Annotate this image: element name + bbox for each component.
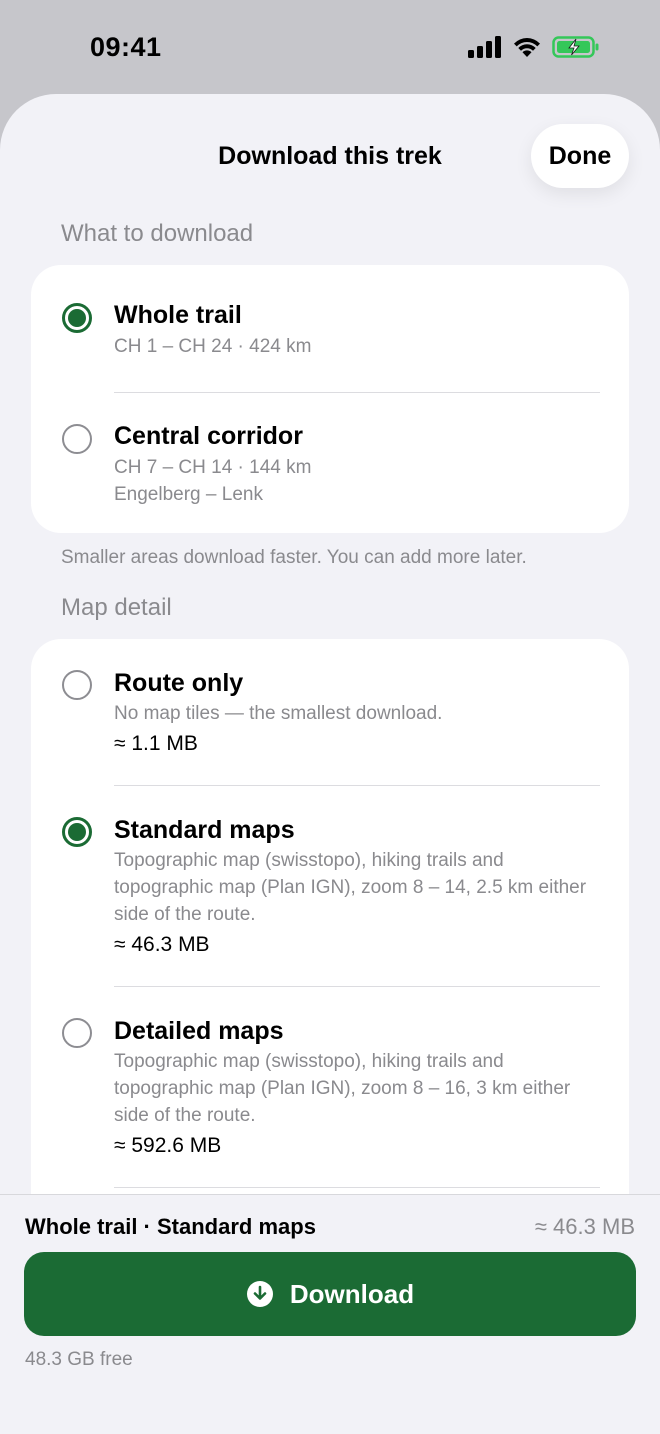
radio-selected[interactable]: [62, 817, 92, 847]
option-description: Topographic map (swisstopo), hiking trai…: [114, 850, 587, 925]
option-description: Topographic map (swisstopo), hiking trai…: [114, 1051, 571, 1126]
cellular-signal-icon: [468, 36, 501, 58]
battery-charging-icon: [552, 36, 599, 58]
free-space: 48.3 GB free: [25, 1349, 133, 1370]
download-label: Download: [289, 1278, 415, 1309]
option-size: ≈ 592.6 MB: [114, 1134, 222, 1157]
option-subtitle: CH 1 – CH 24 · 424 km: [114, 336, 312, 357]
option-route-only[interactable]: Route only No map tiles — the smallest d…: [31, 639, 629, 785]
radio-unselected[interactable]: [62, 1018, 92, 1048]
option-whole-trail[interactable]: Whole trail CH 1 – CH 24 · 424 km: [31, 265, 629, 393]
radio-unselected[interactable]: [62, 670, 92, 700]
option-size: ≈ 1.1 MB: [114, 732, 198, 755]
option-central-corridor[interactable]: Central corridor CH 7 – CH 14 · 144 km E…: [31, 393, 629, 533]
download-button[interactable]: Download: [24, 1252, 636, 1336]
radio-unselected[interactable]: [62, 424, 92, 454]
area-footnote: Smaller areas download faster. You can a…: [61, 547, 527, 568]
area-options-card: Whole trail CH 1 – CH 24 · 424 km Centra…: [31, 265, 629, 533]
selection-size: ≈ 46.3 MB: [534, 1214, 635, 1239]
selection-summary: Whole trail · Standard maps: [25, 1214, 316, 1239]
download-summary-bar: Whole trail · Standard maps ≈ 46.3 MB Do…: [0, 1194, 660, 1434]
status-bar: 09:41: [0, 0, 660, 94]
what-to-download-header: What to download: [61, 220, 254, 247]
wifi-icon: [514, 38, 540, 57]
done-button[interactable]: Done: [531, 124, 629, 188]
option-description: No map tiles — the smallest download.: [114, 703, 443, 724]
option-title: Detailed maps: [114, 1017, 284, 1045]
option-title: Standard maps: [114, 816, 295, 844]
option-title: Central corridor: [114, 422, 303, 450]
option-detailed-maps[interactable]: Detailed maps Topographic map (swisstopo…: [31, 987, 629, 1187]
option-size: ≈ 46.3 MB: [114, 933, 210, 956]
option-subtitle: CH 7 – CH 14 · 144 km: [114, 457, 312, 478]
status-icons: [468, 36, 600, 58]
download-circle-icon: [246, 1281, 273, 1307]
option-title: Whole trail: [114, 301, 242, 329]
divider: [114, 1187, 600, 1188]
option-standard-maps[interactable]: Standard maps Topographic map (swisstopo…: [31, 786, 629, 986]
option-subtitle-route: Engelberg – Lenk: [114, 484, 263, 505]
option-title: Route only: [114, 669, 244, 697]
map-detail-header: Map detail: [61, 594, 172, 621]
radio-selected[interactable]: [62, 303, 92, 333]
status-time: 09:41: [90, 32, 162, 62]
